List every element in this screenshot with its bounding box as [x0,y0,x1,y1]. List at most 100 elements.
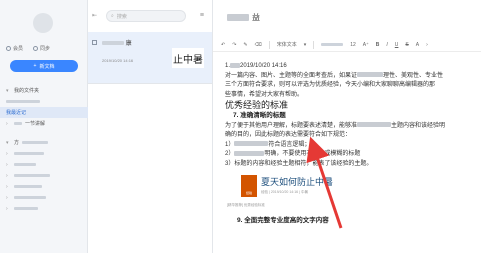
more-icon[interactable]: › [426,42,428,48]
note-checkbox[interactable] [92,40,97,45]
clear-format-icon[interactable]: ⌫ [255,42,262,48]
list-item: 1） 符合语言逻辑； [225,141,481,150]
note-card[interactable]: 康 2019/10/20 14:16 止中暑 [88,32,212,84]
note-title: 康 [102,38,132,47]
redacted-label [14,207,38,210]
format-painter-icon[interactable]: ✎ [243,42,247,48]
avatar[interactable] [33,13,53,33]
tree-item-r1[interactable]: › [0,148,88,159]
note-title-text: 康 [125,41,132,47]
new-document-button[interactable]: + 新文档 [10,60,78,72]
note-date: 2019/10/20 14:16 [102,58,134,63]
undo-icon[interactable]: ↶ [221,42,225,48]
tree-item-label: 我最近记 [6,110,27,116]
chevron-right-icon: › [6,205,8,212]
folder-tree: ▾ 我的文件夹 我最近记 › 一节讲解 ▾ 方 › › › › › › [0,85,88,214]
font-size-select[interactable]: 12 [350,42,356,48]
bold-icon[interactable]: B [376,42,380,48]
chevron-down-icon: ▾ [6,87,9,94]
chevron-right-icon: › [6,183,8,190]
sidebar-status-row: 会员 同步 [6,45,50,52]
font-family-select[interactable] [321,43,344,46]
article-logo: 经验 [241,175,257,197]
format-toolbar: ↶ ↷ ✎ ⌫ 宋体文本 ▾ 12 A⁺ B I U S A › [213,38,481,52]
redacted-title [227,14,249,21]
redacted-label [6,100,40,103]
sort-icon[interactable]: ≡ [200,12,204,19]
tree-item-r2[interactable]: › [0,159,88,170]
paragraph: 为了便于其他用户理解，标题要表述清楚，能够准 主题内容和该经验明 [225,122,481,131]
list-collapse-icon[interactable]: ⇤ [92,12,97,19]
text-color-icon[interactable]: A [416,42,419,48]
new-document-label: 新文档 [39,63,55,70]
tree-item-r5[interactable]: › [0,192,88,203]
document-body[interactable]: 1. 2019/10/20 14:16 对一篇内容、图片、主题等的全面考查后，如果… [225,62,481,169]
strikethrough-icon[interactable]: S [405,42,408,48]
sync-entry[interactable]: 同步 [33,45,50,52]
member-entry[interactable]: 会员 [6,45,23,52]
tree-item-label: 一节讲解 [25,121,46,127]
list-item: 3）标题的内容和经验主题相符，能表了该经验的主题。 [225,160,373,167]
paragraph: 确的目的，因此标题的表达需要符合如下规范： [225,132,352,138]
redacted-text [234,141,269,147]
tree-item-fang[interactable]: ▾ 方 [0,137,88,148]
redacted-text [234,150,265,156]
tree-item-blank[interactable] [0,96,88,107]
redacted-text [357,122,392,128]
tree-item-r4[interactable]: › [0,181,88,192]
search-placeholder: 搜索 [116,13,127,20]
list-item-number: 1） [225,141,235,148]
tree-item-r6[interactable]: › [0,203,88,214]
list-item-text: 明确，不要使用不定义或模糊的标题 [264,151,361,157]
tree-item-label: 我的文件夹 [14,88,40,94]
redacted-label [14,122,22,125]
sidebar: 会员 同步 + 新文档 ▾ 我的文件夹 我最近记 › 一节讲解 ▾ 方 › › … [0,0,88,253]
list-item-number: 2） [225,151,235,157]
app-window: 会员 同步 + 新文档 ▾ 我的文件夹 我最近记 › 一节讲解 ▾ 方 › › … [0,0,481,253]
chevron-down-icon: ▾ [303,41,307,48]
plus-icon: + [33,63,37,69]
tree-item-sub[interactable]: › 一节讲解 [0,118,88,129]
subheading: 7. 准确清晰的标题 [233,112,286,119]
article-meta: 经验 | 2019/10/20 14:16 | 中暑 [261,190,308,194]
tree-item-active[interactable]: 我最近记 [0,107,88,118]
tree-item-label: 方 [14,140,20,146]
toolbar-divider [268,40,270,49]
paragraph-text: 理性、美观性、专业性 [383,72,444,79]
tree-item-my-folder[interactable]: ▾ 我的文件夹 [0,85,88,96]
chevron-right-icon: › [6,150,8,157]
redacted-label [14,185,42,188]
note-thumbnail: 止中暑 [172,48,204,68]
date-line-text: 2019/10/20 14:16 [240,63,287,69]
document-title[interactable]: 益 [227,12,260,23]
list-item-text: 符合语言逻辑； [268,141,311,148]
redacted-text [357,72,384,78]
redacted-label [22,141,49,144]
article-tagline: [精华推荐] 优秀经验标准 [227,203,265,207]
member-icon [6,46,11,51]
redo-icon[interactable]: ↷ [232,42,236,48]
section-heading: 优秀经验的标准 [225,100,289,110]
paragraph-text: 主题内容和该经验明 [391,122,446,129]
paragraph: 三个方面符合要求，则可以评选为优质经验，今天小编和大家聊聊高编辑器的那 [225,82,436,88]
paragraph-style-select[interactable]: 宋体文本 [277,41,297,48]
chevron-down-icon: ▾ [6,139,9,146]
note-list: ⇤ ⌕ 搜索 ≡ 康 2019/10/20 14:16 止中暑 [88,0,213,253]
article-title: 夏天如何防止中暑 [261,177,334,187]
redacted-label [14,196,46,199]
sync-icon [33,46,39,51]
italic-icon[interactable]: I [386,42,387,48]
redacted-label [14,152,44,155]
increase-size-icon[interactable]: A⁺ [363,42,369,48]
redacted-label [102,41,124,45]
paragraph-text: 对一篇内容、图片、主题等的全面考查后，如果证 [225,72,358,79]
date-line: 1. 2019/10/20 14:16 [225,62,287,69]
underline-icon[interactable]: U [395,42,399,48]
subheading: 9. 全面完整专业度高的文字内容 [237,217,329,224]
chevron-right-icon: › [6,172,8,179]
tree-item-r3[interactable]: › [0,170,88,181]
search-input[interactable]: ⌕ 搜索 [106,10,186,22]
editor: 益 ↶ ↷ ✎ ⌫ 宋体文本 ▾ 12 A⁺ B I U S A › 1. 201… [213,0,481,253]
chevron-right-icon: › [6,161,8,168]
